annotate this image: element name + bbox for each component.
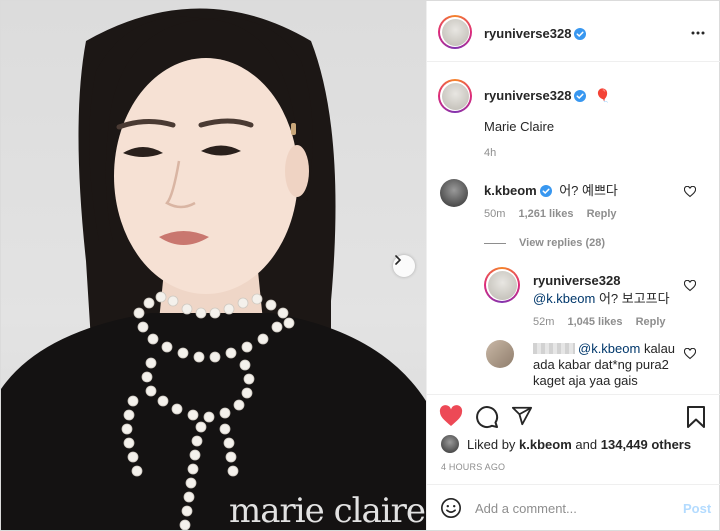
reply-like-button[interactable] [683,279,697,297]
comment-time[interactable]: 50m [484,208,505,220]
caption-header: ryuniverse328 🎈 [484,87,611,107]
commenter-avatar[interactable] [440,179,468,207]
reply-username[interactable]: ryuniverse328 [533,273,620,288]
reply-time[interactable]: 52m [533,316,554,328]
heart-outline-icon [683,185,697,198]
portrait-illustration [1,8,426,530]
reply-reply-button[interactable]: Reply [636,316,666,328]
reply-mention[interactable]: @k.kbeom [533,291,595,306]
reply-text: 어? 보고프다 [598,291,670,306]
author-username[interactable]: ryuniverse328 [484,26,571,41]
reply-avatar[interactable] [484,267,520,303]
heart-outline-icon [683,279,697,292]
brand-watermark: marie claire [229,491,426,530]
censored-comment-line-3: kaget aja yaa gais [533,373,638,388]
comment-username[interactable]: k.kbeom [484,183,537,198]
comment-meta: 50m 1,261 likes Reply [484,208,617,220]
heart-filled-icon [439,405,463,426]
paper-plane-icon [511,406,533,426]
comment-box-divider [427,484,720,485]
more-options-button[interactable] [691,26,705,45]
post-timestamp[interactable]: 4 HOURS AGO [441,462,505,472]
carousel-next-button[interactable] [393,255,415,277]
comment-text: 어? 예쁘다 [559,183,618,198]
view-replies-button[interactable]: View replies (28) [519,237,605,249]
actions-divider [427,394,720,395]
censored-like-button[interactable] [683,347,697,365]
balloon-emoji: 🎈 [594,88,612,103]
censored-commenter-avatar[interactable] [486,340,514,368]
emoji-button[interactable] [440,497,462,524]
comment-button[interactable] [475,405,499,434]
comment-1-line: k.kbeom 어? 예쁘다 [484,180,618,202]
bookmark-icon [687,406,705,428]
more-horizontal-icon [691,31,705,35]
reply-meta: 52m 1,045 likes Reply [533,316,666,328]
caption-username[interactable]: ryuniverse328 [484,88,571,103]
reply-button[interactable]: Reply [587,208,617,220]
comment-likes[interactable]: 1,261 likes [518,208,573,220]
censored-comment-line-2: ada kabar dat*ng pura2 [533,357,669,372]
share-button[interactable] [511,405,533,432]
reply-likes[interactable]: 1,045 likes [567,316,622,328]
post-photo[interactable]: marie claire [1,1,426,530]
chevron-right-icon [395,255,402,265]
likes-others-link[interactable]: 134,449 others [601,437,691,452]
caption-text: Marie Claire [484,119,555,134]
verified-badge-icon [574,27,587,45]
post-side-panel: ryuniverse328 ryuniverse328 🎈 Marie Clai… [426,1,720,530]
reply-text-line: @k.kbeom 어? 보고프다 [533,288,670,307]
likes-summary: Liked by k.kbeom and 134,449 others [467,437,692,452]
post-comment-button[interactable]: Post [683,501,711,516]
liker-avatar[interactable] [441,435,459,453]
verified-badge-icon [539,184,552,202]
heart-outline-icon [683,347,697,360]
author-avatar[interactable] [438,15,472,49]
comment-input[interactable] [475,498,675,518]
caption-avatar[interactable] [438,79,472,113]
verified-badge-icon [574,89,587,107]
liker-username[interactable]: k.kbeom [519,437,572,452]
comment-bubble-icon [476,406,499,429]
smiley-icon [441,498,461,518]
like-button[interactable] [439,405,463,432]
header-author[interactable]: ryuniverse328 [484,25,587,45]
censored-comment-line-1: @k.kbeom kalau [578,341,676,356]
post-header: ryuniverse328 [427,1,720,62]
replies-line [484,243,506,244]
censored-mention[interactable]: @k.kbeom [578,341,640,356]
save-button[interactable] [686,405,706,434]
comment-like-button[interactable] [683,185,697,203]
censored-username [533,343,575,354]
caption-time[interactable]: 4h [484,147,496,159]
